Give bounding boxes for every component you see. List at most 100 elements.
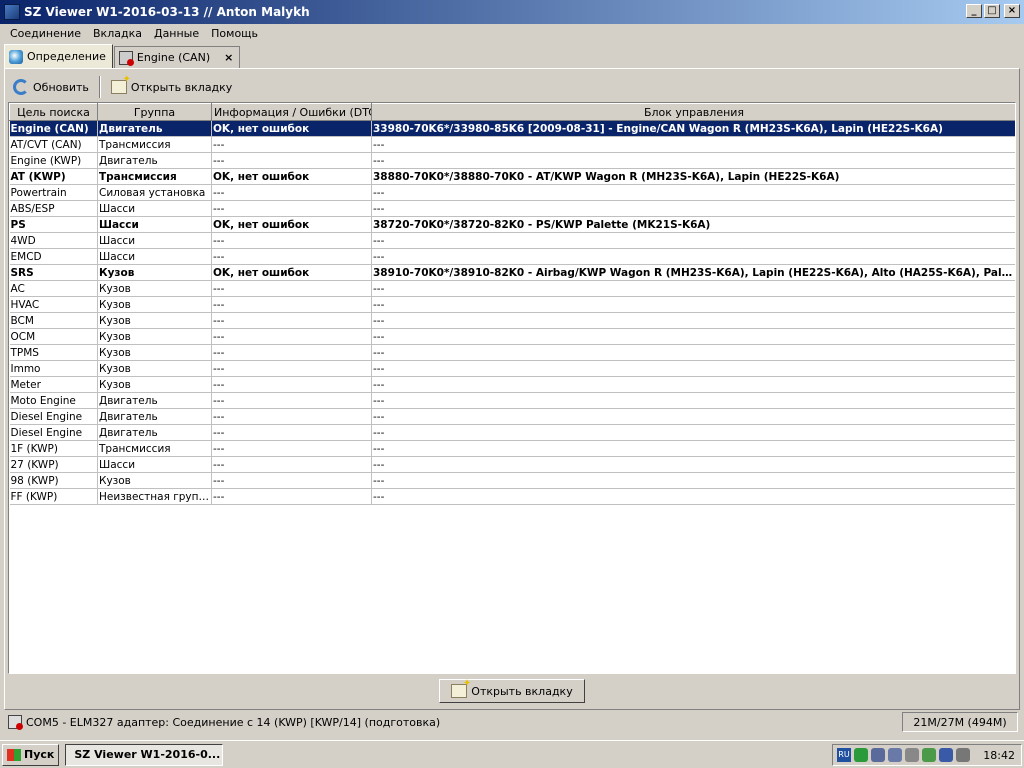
title-bar[interactable]: SZ Viewer W1-2016-03-13 // Anton Malykh … xyxy=(0,0,1024,24)
open-tab-label: Открыть вкладку xyxy=(130,80,233,94)
column-header-target[interactable]: Цель поиска xyxy=(9,103,98,121)
refresh-label: Обновить xyxy=(33,80,89,94)
windows-flag-icon xyxy=(7,748,21,761)
target-cell: Diesel Engine xyxy=(9,424,98,441)
ecu-cell: --- xyxy=(371,440,1015,457)
connection-error-icon xyxy=(8,715,23,730)
status-bar: COM5 - ELM327 адаптер: Соединение с 14 (… xyxy=(4,711,1020,733)
info-cell: OK, нет ошибок xyxy=(211,120,372,137)
detection-panel: Обновить Открыть вкладку Цель поиска Гру… xyxy=(4,68,1020,710)
info-cell: --- xyxy=(211,424,372,441)
table-row[interactable]: 1F (KWP) Трансмиссия --- --- xyxy=(9,440,1015,457)
open-tab-button[interactable]: Открыть вкладку xyxy=(107,74,236,98)
table-row[interactable]: AT (KWP) Трансмиссия OK, нет ошибок 38880-7… xyxy=(9,168,1015,185)
refresh-button[interactable]: Обновить xyxy=(9,76,93,98)
table-row[interactable]: 4WD Шасси --- --- xyxy=(9,232,1015,249)
ecu-cell: 38880-70K0*/38880-70K0 - AT/KWP Wagon R … xyxy=(371,168,1015,185)
table-row[interactable]: Powertrain Силовая установка --- --- xyxy=(9,184,1015,201)
menu-data[interactable]: Данные xyxy=(148,27,205,40)
group-cell: Шасси xyxy=(97,248,212,265)
tab-close-icon[interactable]: × xyxy=(224,51,233,64)
info-cell: --- xyxy=(211,296,372,313)
memory-indicator[interactable]: 21M/27M (494M) xyxy=(902,712,1018,732)
table-row[interactable]: Diesel Engine Двигатель --- --- xyxy=(9,408,1015,425)
table-row[interactable]: AC Кузов --- --- xyxy=(9,280,1015,297)
info-cell: --- xyxy=(211,328,372,345)
window-controls: _ □ × xyxy=(966,4,1020,18)
ecu-cell: --- xyxy=(371,232,1015,249)
menu-help[interactable]: Помощь xyxy=(205,27,264,40)
ecu-cell: --- xyxy=(371,280,1015,297)
window-title: SZ Viewer W1-2016-03-13 // Anton Malykh xyxy=(24,5,310,19)
target-cell: EMCD xyxy=(9,248,98,265)
table-row[interactable]: EMCD Шасси --- --- xyxy=(9,248,1015,265)
group-cell: Двигатель xyxy=(97,408,212,425)
column-header-ecu[interactable]: Блок управления xyxy=(371,103,1015,121)
open-tab-bottom-label: Открыть вкладку xyxy=(471,684,573,698)
target-cell: 1F (KWP) xyxy=(9,440,98,457)
table-row[interactable]: 27 (KWP) Шасси --- --- xyxy=(9,456,1015,473)
info-cell: --- xyxy=(211,376,372,393)
display-icon[interactable] xyxy=(956,748,970,762)
table-row[interactable]: 98 (KWP) Кузов --- --- xyxy=(9,472,1015,489)
table-row[interactable]: BCM Кузов --- --- xyxy=(9,312,1015,329)
table-row[interactable]: Engine (CAN) Двигатель OK, нет ошибок 33980… xyxy=(9,120,1015,137)
group-cell: Шасси xyxy=(97,216,212,233)
target-cell: AC xyxy=(9,280,98,297)
start-button[interactable]: Пуск xyxy=(2,743,60,766)
taskbar-item-sz-viewer[interactable]: SZ Viewer W1-2016-0... xyxy=(65,743,224,766)
table-row[interactable]: Diesel Engine Двигатель --- --- xyxy=(9,424,1015,441)
column-header-group[interactable]: Группа xyxy=(97,103,212,121)
open-tab-bottom-button[interactable]: Открыть вкладку xyxy=(439,678,585,703)
taskbar-item-label: SZ Viewer W1-2016-0... xyxy=(74,748,221,761)
group-cell: Кузов xyxy=(97,376,212,393)
table-row[interactable]: ABS/ESP Шасси --- --- xyxy=(9,200,1015,217)
target-cell: Moto Engine xyxy=(9,392,98,409)
usb-icon[interactable] xyxy=(939,748,953,762)
table-row[interactable]: Moto Engine Двигатель --- --- xyxy=(9,392,1015,409)
menu-tab[interactable]: Вкладка xyxy=(87,27,148,40)
table-row[interactable]: FF (KWP) Неизвестная группа --- --- xyxy=(9,488,1015,505)
close-button[interactable]: × xyxy=(1004,4,1020,18)
tab-detection[interactable]: Определение xyxy=(4,44,113,68)
language-indicator[interactable]: RU xyxy=(837,748,851,762)
maximize-button[interactable]: □ xyxy=(984,4,1000,18)
column-header-info[interactable]: Информация / Ошибки (DTC) xyxy=(211,103,372,121)
table-row[interactable]: Immo Кузов --- --- xyxy=(9,360,1015,377)
info-cell: OK, нет ошибок xyxy=(211,264,372,281)
network-error-icon[interactable] xyxy=(888,748,902,762)
group-cell: Трансмиссия xyxy=(97,136,212,153)
menu-connection[interactable]: Соединение xyxy=(4,27,87,40)
table-row[interactable]: PS Шасси OK, нет ошибок 38720-70K0*/38720-8… xyxy=(9,216,1015,233)
ecu-cell: --- xyxy=(371,424,1015,441)
table-row[interactable]: Meter Кузов --- --- xyxy=(9,376,1015,393)
table-row[interactable]: OCM Кузов --- --- xyxy=(9,328,1015,345)
info-cell: --- xyxy=(211,488,372,505)
table-row[interactable]: HVAC Кузов --- --- xyxy=(9,296,1015,313)
app-icon xyxy=(4,4,20,20)
bluetooth-icon[interactable] xyxy=(854,748,868,762)
toolbar: Обновить Открыть вкладку xyxy=(9,74,236,99)
ecu-cell: --- xyxy=(371,248,1015,265)
target-cell: TPMS xyxy=(9,344,98,361)
ecu-error-icon xyxy=(118,50,134,66)
device-icon[interactable] xyxy=(922,748,936,762)
system-tray: RU 18:42 xyxy=(832,744,1022,766)
ecu-cell: 33980-70K6*/33980-85K6 [2009-08-31] - En… xyxy=(371,120,1015,137)
table-row[interactable]: AT/CVT (CAN) Трансмиссия --- --- xyxy=(9,136,1015,153)
table-row[interactable]: SRS Кузов OK, нет ошибок 38910-70K0*/38910-… xyxy=(9,264,1015,281)
table-row[interactable]: TPMS Кузов --- --- xyxy=(9,344,1015,361)
network-icon[interactable] xyxy=(871,748,885,762)
tab-engine-can[interactable]: Engine (CAN) × xyxy=(113,46,241,68)
refresh-icon xyxy=(13,79,29,95)
group-cell: Кузов xyxy=(97,280,212,297)
target-cell: Immo xyxy=(9,360,98,377)
ecu-table[interactable]: Цель поиска Группа Информация / Ошибки (… xyxy=(8,102,1016,674)
disk-icon[interactable] xyxy=(905,748,919,762)
group-cell: Силовая установка xyxy=(97,184,212,201)
table-row[interactable]: Engine (KWP) Двигатель --- --- xyxy=(9,152,1015,169)
group-cell: Кузов xyxy=(97,344,212,361)
ecu-cell: --- xyxy=(371,376,1015,393)
minimize-button[interactable]: _ xyxy=(966,4,982,18)
info-cell: --- xyxy=(211,136,372,153)
